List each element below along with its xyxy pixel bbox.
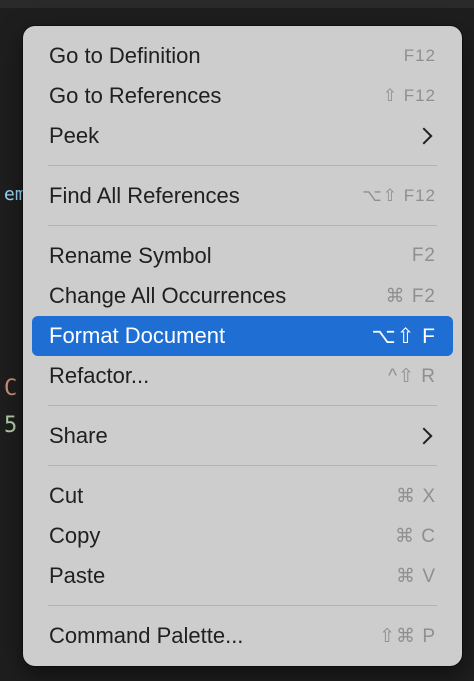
menu-item-label: Find All References: [49, 183, 240, 208]
menu-item-peek[interactable]: Peek: [32, 116, 453, 156]
menu-item-format-document[interactable]: Format Document ⌥⇧ F: [32, 316, 453, 356]
keyboard-shortcut: F2: [411, 245, 436, 266]
chevron-right-icon: [415, 127, 433, 145]
keyboard-shortcut: ⌘ X: [396, 485, 436, 507]
menu-item-label: Go to Definition: [49, 43, 201, 68]
keyboard-shortcut: ⌘ C: [395, 525, 436, 547]
menu-item-label: Refactor...: [49, 363, 150, 388]
chevron-right-icon: [415, 427, 433, 445]
code-fragment: C: [4, 376, 18, 401]
menu-separator: [48, 605, 437, 606]
menu-item-refactor[interactable]: Refactor... ^⇧ R: [32, 356, 453, 396]
menu-item-go-to-definition[interactable]: Go to Definition F12: [32, 36, 453, 76]
keyboard-shortcut: ⇧⌘ P: [379, 625, 436, 647]
menu-item-go-to-references[interactable]: Go to References ⇧ F12: [32, 76, 453, 116]
menu-item-paste[interactable]: Paste ⌘ V: [32, 556, 453, 596]
menu-item-label: Peek: [49, 123, 100, 148]
keyboard-shortcut: ⌘ F2: [385, 285, 436, 307]
menu-separator: [48, 465, 437, 466]
menu-item-label: Command Palette...: [49, 623, 244, 648]
menu-item-share[interactable]: Share: [32, 416, 453, 456]
menu-item-label: Rename Symbol: [49, 243, 212, 268]
menu-separator: [48, 405, 437, 406]
menu-item-command-palette[interactable]: Command Palette... ⇧⌘ P: [32, 616, 453, 656]
keyboard-shortcut: ^⇧ R: [388, 365, 436, 387]
keyboard-shortcut: ⌥⇧ F12: [362, 186, 436, 205]
menu-item-find-all-references[interactable]: Find All References ⌥⇧ F12: [32, 176, 453, 216]
editor-tab-strip: [0, 0, 474, 8]
keyboard-shortcut: F12: [403, 46, 436, 65]
menu-item-label: Cut: [49, 483, 84, 508]
menu-item-label: Format Document: [49, 323, 226, 348]
menu-item-label: Share: [49, 423, 108, 448]
keyboard-shortcut: ⌘ V: [396, 565, 436, 587]
keyboard-shortcut: ⇧ F12: [382, 86, 436, 105]
menu-item-label: Change All Occurrences: [49, 283, 287, 308]
menu-item-rename-symbol[interactable]: Rename Symbol F2: [32, 236, 453, 276]
menu-item-label: Copy: [49, 523, 101, 548]
menu-item-change-all-occurrences[interactable]: Change All Occurrences ⌘ F2: [32, 276, 453, 316]
menu-separator: [48, 225, 437, 226]
keyboard-shortcut: ⌥⇧ F: [371, 324, 436, 348]
code-fragment: 5: [4, 413, 18, 438]
context-menu: Go to Definition F12 Go to References ⇧ F12…: [23, 26, 462, 666]
menu-separator: [48, 165, 437, 166]
menu-item-copy[interactable]: Copy ⌘ C: [32, 516, 453, 556]
menu-item-cut[interactable]: Cut ⌘ X: [32, 476, 453, 516]
menu-item-label: Paste: [49, 563, 106, 588]
menu-item-label: Go to References: [49, 83, 222, 108]
